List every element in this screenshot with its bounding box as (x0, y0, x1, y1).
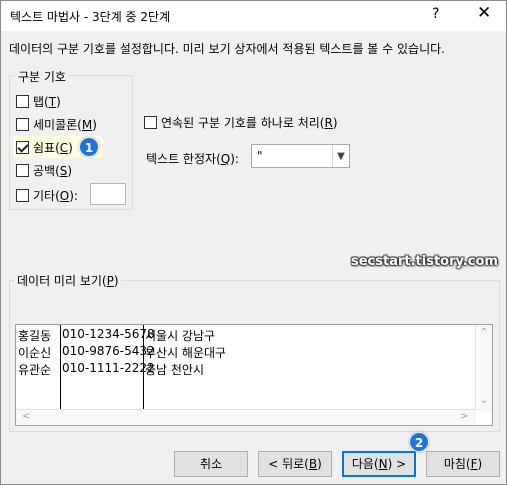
comma-checkbox[interactable]: 쉼표(C) (16, 139, 73, 156)
tab-checkbox-box[interactable] (16, 95, 29, 108)
back-button-label: < 뒤로( (268, 457, 309, 471)
window-title: 텍스트 마법사 - 3단계 중 2단계 (10, 10, 171, 24)
space-checkbox[interactable]: 공백(S) (16, 162, 72, 179)
next-accelerator: N (378, 457, 388, 471)
vertical-scrollbar[interactable]: ⌃ ⌄ (475, 325, 492, 411)
consecutive-checkbox-box[interactable] (144, 116, 157, 129)
scroll-up-icon[interactable]: ⌃ (480, 327, 488, 338)
comma-accelerator: C (59, 140, 69, 155)
text-qualifier-value: " (257, 149, 263, 163)
tab-checkbox[interactable]: 탭(T) (16, 93, 61, 110)
column-separator (60, 325, 61, 413)
semicolon-label: 세미콜론 (33, 118, 78, 132)
preview-cell: 홍길동 (18, 329, 52, 343)
preview-accelerator: P (106, 274, 114, 288)
space-label: 공백 (33, 164, 56, 178)
space-checkbox-box[interactable] (16, 164, 29, 177)
next-button-label: 다음( (351, 457, 379, 471)
delimiters-group-title: 구분 기호 (15, 68, 69, 85)
scroll-left-icon[interactable]: < (22, 411, 30, 422)
horizontal-scrollbar[interactable]: < > (16, 409, 476, 425)
consecutive-checkbox[interactable]: 연속된 구분 기호를 하나로 처리(R) (144, 114, 338, 131)
next-button-suffix: ) > (387, 457, 407, 471)
back-button[interactable]: < 뒤로(B) (258, 451, 332, 477)
preview-cell: 010-1234-5678 (62, 327, 155, 341)
preview-cell: 서울시 강남구 (145, 329, 216, 343)
data-preview-box[interactable]: 홍길동 010-1234-5678 서울시 강남구 이순신 010-9876-5… (15, 324, 493, 426)
scroll-down-icon[interactable]: ⌄ (480, 395, 488, 406)
other-label: 기타 (33, 189, 56, 203)
semicolon-checkbox[interactable]: 세미콜론(M) (16, 116, 97, 133)
preview-cell: 010-9876-5432 (62, 344, 155, 358)
other-checkbox[interactable]: 기타(O): (16, 187, 78, 204)
watermark-text: secstart.tistory.com (351, 254, 498, 269)
preview-cell: 010-1111-2222 (62, 361, 155, 375)
semicolon-checkbox-box[interactable] (16, 118, 29, 131)
preview-title: 데이터 미리 보기(P) (14, 272, 122, 289)
tab-label: 탭 (33, 95, 45, 109)
text-wizard-dialog: 텍스트 마법사 - 3단계 중 2단계 ? ✕ 데이터의 구분 기호를 설정합니… (0, 0, 507, 485)
preview-cell: 부산시 해운대구 (145, 346, 227, 360)
other-checkbox-box[interactable] (16, 189, 29, 202)
callout-badge-1: 1 (79, 137, 99, 157)
semicolon-accelerator: M (81, 117, 93, 132)
next-button[interactable]: 다음(N) > (342, 451, 416, 477)
chevron-down-icon[interactable]: ▼ (332, 145, 349, 167)
callout-badge-2: 2 (409, 432, 429, 452)
other-accelerator: O (59, 188, 70, 203)
preview-cell: 이순신 (18, 346, 52, 360)
preview-cell: 유관순 (18, 363, 52, 377)
comma-checkbox-box[interactable] (16, 141, 29, 154)
help-button[interactable]: ? (432, 6, 439, 22)
cancel-button[interactable]: 취소 (174, 451, 248, 477)
consecutive-label: 연속된 구분 기호를 하나로 처리 (161, 116, 320, 130)
text-qualifier-label: 텍스트 한정자(Q): (146, 152, 239, 166)
finish-button-label: 마침( (443, 457, 471, 471)
preview-title-text: 데이터 미리 보기 (17, 274, 102, 288)
wizard-description: 데이터의 구분 기호를 설정합니다. 미리 보기 상자에서 적용된 텍스트를 볼… (9, 42, 445, 56)
finish-accelerator: F (470, 457, 478, 471)
consecutive-accelerator: R (324, 115, 333, 130)
scroll-right-icon[interactable]: > (460, 411, 468, 422)
text-qualifier-select[interactable]: " ▼ (251, 144, 350, 168)
preview-cell: 충남 천안시 (145, 363, 205, 377)
close-button[interactable]: ✕ (477, 3, 491, 23)
tab-accelerator: T (48, 94, 57, 109)
text-qualifier-text: 텍스트 한정자 (146, 152, 217, 166)
other-delimiter-input[interactable] (90, 183, 126, 205)
text-qualifier-accelerator: Q (220, 152, 231, 166)
space-accelerator: S (59, 163, 68, 178)
comma-label: 쉼표 (33, 141, 56, 155)
finish-button[interactable]: 마침(F) (426, 451, 500, 477)
back-accelerator: B (308, 457, 318, 471)
title-bar: 텍스트 마법사 - 3단계 중 2단계 ? ✕ (1, 1, 506, 31)
